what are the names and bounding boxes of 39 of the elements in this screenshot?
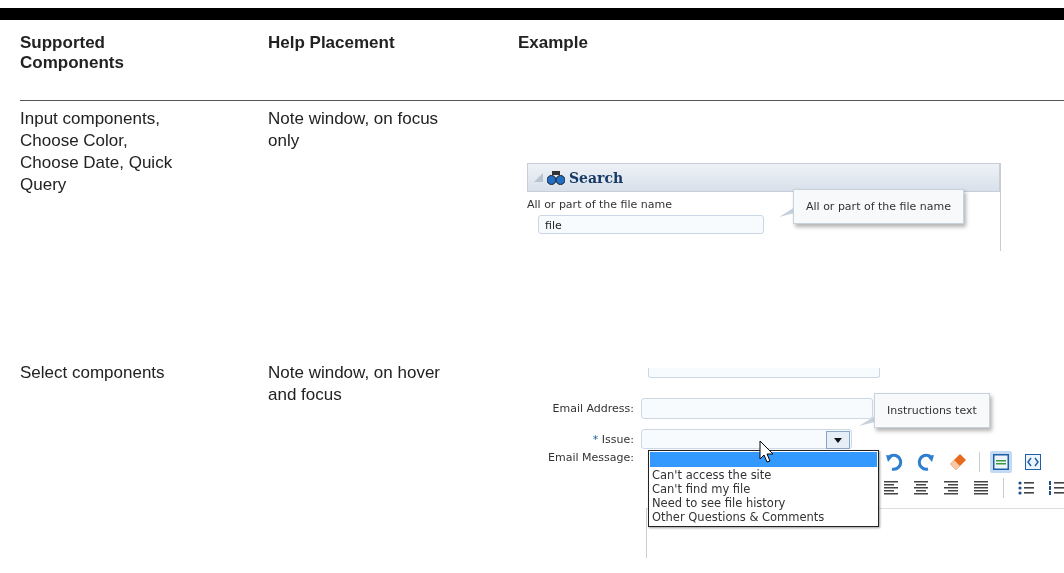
name-input-field[interactable] xyxy=(648,368,880,378)
dropdown-option[interactable]: Other Questions & Comments xyxy=(649,510,878,524)
table-cell-text: Note window, on focus only xyxy=(268,108,440,152)
dropdown-option[interactable]: Can't access the site xyxy=(649,468,878,482)
email-message-label: Email Message: xyxy=(547,451,635,464)
table-cell-text: Note window, on hover and focus xyxy=(268,362,441,406)
dropdown-option[interactable]: Need to see file history xyxy=(649,496,878,510)
input-field[interactable]: file xyxy=(538,215,764,234)
note-window: All or part of the file name xyxy=(793,189,965,224)
expanded-triangle-icon xyxy=(534,173,543,182)
issue-label: * Issue: xyxy=(591,432,635,446)
binoculars-icon xyxy=(547,170,565,185)
eraser-icon[interactable] xyxy=(949,453,967,471)
dropdown-button[interactable] xyxy=(826,431,850,449)
align-center-icon[interactable] xyxy=(913,481,929,495)
email-address-field[interactable] xyxy=(641,398,873,419)
document-icon xyxy=(993,454,1009,470)
caret-icon xyxy=(834,437,842,443)
redo-icon[interactable] xyxy=(917,453,935,471)
panel-header[interactable]: Search xyxy=(527,163,1000,192)
column-header: Example xyxy=(518,33,589,53)
align-left-icon[interactable] xyxy=(883,481,899,495)
field-label: All or part of the file name xyxy=(527,198,673,211)
source-view-button[interactable] xyxy=(1022,451,1044,473)
align-right-icon[interactable] xyxy=(943,481,959,495)
dropdown-option[interactable]: Can't find my file xyxy=(649,482,878,496)
email-address-label: Email Address: xyxy=(551,402,635,415)
bullet-list-icon[interactable] xyxy=(1018,481,1034,495)
rich-text-view-button[interactable] xyxy=(990,451,1012,473)
code-icon xyxy=(1025,454,1041,470)
table-cell-text: Select components xyxy=(20,362,166,384)
column-header: Help Placement xyxy=(268,33,396,53)
column-header: Supported Components xyxy=(20,33,125,73)
note-window: Instructions text xyxy=(874,393,990,428)
justify-icon[interactable] xyxy=(973,481,989,495)
undo-icon[interactable] xyxy=(885,453,903,471)
numbered-list-icon[interactable] xyxy=(1048,481,1064,495)
table-cell-text: Input components, Choose Color, Choose Date, Quick Query xyxy=(20,108,174,196)
panel-title: Search xyxy=(569,169,624,186)
